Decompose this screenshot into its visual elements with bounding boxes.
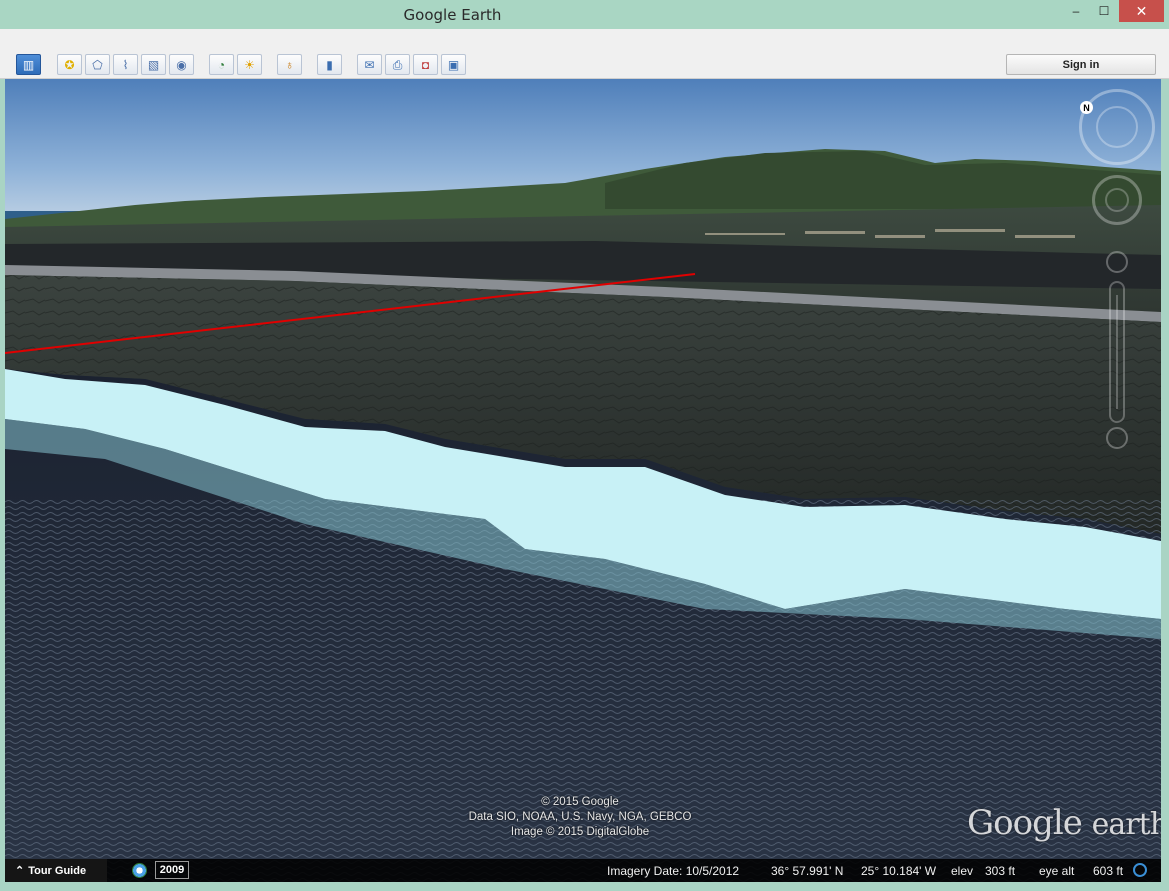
ruler-icon: ▮ bbox=[326, 57, 333, 72]
tour-guide-button[interactable]: ⌃ Tour Guide bbox=[5, 859, 107, 882]
eye-alt-label: eye alt bbox=[1039, 864, 1075, 878]
historical-imagery-button[interactable]: ◔ bbox=[209, 54, 234, 75]
path-icon: ⌇ bbox=[122, 57, 129, 72]
eye-alt-value: 603 ft bbox=[1093, 864, 1124, 878]
clock-icon: ◔ bbox=[217, 57, 226, 72]
move-joystick[interactable] bbox=[1092, 175, 1142, 225]
sign-in-button[interactable]: Sign in bbox=[1006, 54, 1156, 75]
polygon-icon: ⬠ bbox=[92, 57, 103, 72]
email-button[interactable]: ✉ bbox=[357, 54, 382, 75]
title-bar: Google Earth ‒ ☐ ✕ bbox=[0, 0, 1169, 29]
maximize-button[interactable]: ☐ bbox=[1090, 0, 1118, 22]
elevation-label: elev bbox=[951, 864, 974, 878]
record-tour-icon: ◉ bbox=[176, 57, 187, 72]
sidebar-icon: ▥ bbox=[22, 57, 35, 72]
save-image-button[interactable]: ▣ bbox=[441, 54, 466, 75]
tour-guide-label: Tour Guide bbox=[28, 864, 87, 877]
save-image-icon: ▣ bbox=[447, 57, 460, 72]
add-path-button[interactable]: ⌇ bbox=[113, 54, 138, 75]
menu-bar bbox=[0, 29, 1169, 51]
add-image-overlay-button[interactable]: ▧ bbox=[141, 54, 166, 75]
historical-imagery-icon[interactable] bbox=[132, 863, 147, 878]
latitude: 36° 57.991' N bbox=[771, 864, 844, 878]
add-polygon-button[interactable]: ⬠ bbox=[85, 54, 110, 75]
print-icon: ⎙ bbox=[392, 57, 403, 72]
logo-google: Google bbox=[967, 803, 1083, 843]
add-placemark-button[interactable]: ✪ bbox=[57, 54, 82, 75]
maps-icon: ◘ bbox=[421, 57, 430, 72]
window-title: Google Earth bbox=[403, 6, 502, 24]
copyright-line: Image © 2015 DigitalGlobe bbox=[510, 826, 650, 838]
ruler-button[interactable]: ▮ bbox=[317, 54, 342, 75]
image-overlay-icon: ▧ bbox=[147, 57, 160, 72]
compass-north-icon[interactable]: N bbox=[1080, 101, 1093, 114]
logo-earth: earth bbox=[1091, 807, 1161, 842]
look-joystick[interactable] bbox=[1079, 89, 1155, 165]
copyright-line: © 2015 Google bbox=[541, 796, 619, 808]
minimize-button[interactable]: ‒ bbox=[1062, 0, 1090, 22]
copyright-notice: © 2015 Google Data SIO, NOAA, U.S. Navy,… bbox=[445, 795, 715, 840]
sunlight-button[interactable]: ☀ bbox=[237, 54, 262, 75]
print-button[interactable]: ⎙ bbox=[385, 54, 410, 75]
close-button[interactable]: ✕ bbox=[1119, 0, 1164, 22]
status-bar: ⌃ Tour Guide 2009 Imagery Date: 10/5/2012… bbox=[5, 859, 1161, 882]
imagery-year-badge[interactable]: 2009 bbox=[155, 861, 189, 879]
chevron-up-icon: ⌃ bbox=[15, 865, 25, 877]
zoom-in-button[interactable] bbox=[1106, 251, 1128, 273]
switch-planet-button[interactable]: ♁ bbox=[277, 54, 302, 75]
email-icon: ✉ bbox=[364, 57, 375, 72]
look-joystick-center[interactable] bbox=[1096, 106, 1138, 148]
earth-viewport[interactable]: N © 2015 Google Data SIO, NOAA, U.S. Nav… bbox=[5, 79, 1161, 882]
streaming-indicator-icon bbox=[1133, 863, 1147, 877]
terrain-scene bbox=[5, 79, 1161, 882]
zoom-out-button[interactable] bbox=[1106, 427, 1128, 449]
zoom-slider[interactable] bbox=[1109, 281, 1125, 423]
placemark-icon: ✪ bbox=[64, 57, 75, 72]
sidebar-toggle-button[interactable]: ▥ bbox=[16, 54, 41, 75]
planet-icon: ♁ bbox=[285, 57, 294, 72]
toolbar: ▥ ✪ ⬠ ⌇ ▧ ◉ ◔ ☀ ♁ ▮ ✉ ⎙ ◘ ▣ Sign in bbox=[0, 51, 1169, 79]
elevation-value: 303 ft bbox=[985, 864, 1016, 878]
record-tour-button[interactable]: ◉ bbox=[169, 54, 194, 75]
sun-icon: ☀ bbox=[244, 57, 255, 72]
imagery-date: Imagery Date: 10/5/2012 bbox=[607, 864, 740, 878]
longitude: 25° 10.184' W bbox=[861, 864, 937, 878]
view-in-maps-button[interactable]: ◘ bbox=[413, 54, 438, 75]
google-earth-logo: Google earth bbox=[967, 803, 1161, 843]
move-joystick-center[interactable] bbox=[1105, 188, 1129, 212]
zoom-slider-track bbox=[1116, 295, 1118, 409]
copyright-line: Data SIO, NOAA, U.S. Navy, NGA, GEBCO bbox=[468, 811, 692, 823]
